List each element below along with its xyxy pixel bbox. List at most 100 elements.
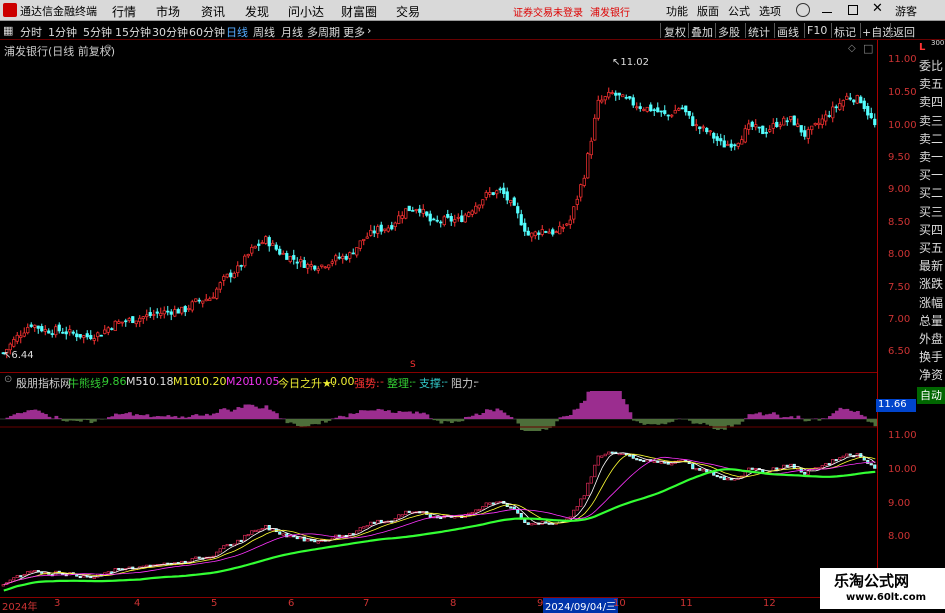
indicator-settings-icon[interactable]: ⊙: [4, 374, 12, 385]
candle: [625, 97, 628, 98]
oscillator-bar: [163, 416, 167, 419]
l-box-sub: 300: [931, 39, 944, 47]
sidebar-item[interactable]: 总量: [917, 312, 945, 331]
close-icon[interactable]: ✕: [872, 1, 883, 16]
kline-chart[interactable]: 浦发银行(日线 前复权) ⊙ ◇ □ ↖11.02 ↖6.44 S: [0, 40, 877, 372]
btn-biaoji[interactable]: 标记: [834, 24, 856, 40]
btn-add-watchlist[interactable]: +自选: [862, 24, 893, 40]
tf-15min[interactable]: 15分钟: [115, 24, 151, 40]
sub-candle: [639, 459, 642, 461]
candle: [44, 329, 47, 331]
tf-daily[interactable]: 日线: [226, 24, 248, 40]
login-status[interactable]: 证券交易未登录: [513, 4, 583, 19]
sidebar-item[interactable]: 买五: [917, 239, 945, 258]
oscillator-bar: [856, 411, 860, 419]
candle: [72, 332, 75, 333]
btn-tongji[interactable]: 统计: [748, 24, 770, 40]
sidebar-item[interactable]: 买三: [917, 203, 945, 222]
m10-value: 10.20: [195, 375, 227, 388]
tf-monthly[interactable]: 月线: [281, 24, 303, 40]
oscillator-bar: [650, 419, 654, 424]
menu-wenxiaoda[interactable]: 问小达: [288, 3, 324, 20]
oscillator-bar: [786, 417, 790, 419]
sidebar-item[interactable]: 卖四: [917, 93, 945, 112]
menu-caifuquan[interactable]: 财富圈: [341, 3, 377, 20]
candle: [370, 230, 373, 235]
tf-60min[interactable]: 60分钟: [189, 24, 225, 40]
candle: [531, 233, 534, 237]
oscillator-bar: [569, 415, 573, 419]
candle: [811, 126, 814, 130]
grid-icon[interactable]: ▦: [3, 24, 17, 37]
sidebar-item[interactable]: 换手: [917, 348, 945, 367]
candle: [20, 336, 23, 338]
tf-fenshi[interactable]: 分时: [20, 24, 42, 40]
menu-hangqing[interactable]: 行情: [112, 3, 136, 20]
btn-fuquan[interactable]: 复权: [664, 24, 686, 40]
auto-button[interactable]: 自动: [917, 387, 945, 404]
help-icon[interactable]: [796, 3, 810, 17]
oscillator-bar: [765, 414, 769, 419]
tf-weekly[interactable]: 周线: [253, 24, 275, 40]
candle: [569, 220, 572, 224]
sidebar-item[interactable]: 净资: [917, 366, 945, 385]
sub-candle: [580, 499, 583, 506]
menu-jiaoyi[interactable]: 交易: [396, 3, 420, 20]
tf-multi[interactable]: 多周期: [307, 24, 340, 40]
sidebar-item[interactable]: 外盘: [917, 330, 945, 349]
btn-diejia[interactable]: 叠加: [691, 24, 713, 40]
oscillator-bar: [167, 415, 171, 419]
minimize-icon[interactable]: [822, 3, 832, 13]
oscillator-bar: [139, 415, 143, 419]
sidebar-item[interactable]: 卖一: [917, 148, 945, 167]
tf-more[interactable]: 更多: [343, 24, 365, 40]
candle: [513, 198, 516, 205]
candle: [741, 140, 744, 144]
candle: [76, 334, 79, 337]
btn-duogu[interactable]: 多股: [718, 24, 740, 40]
candle: [629, 97, 632, 99]
sidebar-item[interactable]: 涨跌: [917, 275, 945, 294]
sidebar-item[interactable]: 买一: [917, 166, 945, 185]
menu-shichang[interactable]: 市场: [156, 3, 180, 20]
maximize-icon[interactable]: [848, 5, 858, 15]
sidebar-item[interactable]: 买二: [917, 184, 945, 203]
oscillator-bar: [58, 418, 62, 419]
oscillator-bar: [534, 419, 538, 431]
candle: [286, 253, 289, 259]
menu-gongneng[interactable]: 功能: [666, 3, 688, 19]
oscillator-bar: [828, 416, 832, 419]
oscillator-bar: [590, 391, 594, 419]
btn-huaxian[interactable]: 画线: [777, 24, 799, 40]
tf-30min[interactable]: 30分钟: [152, 24, 188, 40]
l300-box[interactable]: L 300: [917, 40, 945, 57]
menu-zixun[interactable]: 资讯: [201, 3, 225, 20]
menu-gongshi[interactable]: 公式: [728, 3, 750, 19]
btn-back[interactable]: 返回: [893, 24, 915, 40]
sidebar-item[interactable]: 最新: [917, 257, 945, 276]
oscillator-bar: [408, 411, 412, 419]
btn-f10[interactable]: F10: [807, 24, 827, 37]
menu-xuanxiang[interactable]: 选项: [759, 3, 781, 19]
chevron-right-icon[interactable]: ›: [367, 24, 371, 37]
sidebar-item[interactable]: 卖二: [917, 130, 945, 149]
oscillator-bar: [79, 419, 83, 422]
tf-1min[interactable]: 1分钟: [48, 24, 77, 40]
sidebar-item[interactable]: 涨幅: [917, 294, 945, 313]
candle: [240, 265, 243, 266]
indicator-svg[interactable]: [0, 389, 877, 597]
tf-5min[interactable]: 5分钟: [83, 24, 112, 40]
menu-banmian[interactable]: 版面: [697, 3, 719, 19]
candle: [335, 256, 338, 261]
guest-label[interactable]: 游客: [895, 3, 917, 19]
ytick: 10.50: [888, 87, 917, 98]
sidebar-item[interactable]: 卖五: [917, 75, 945, 94]
quote-sidebar: L 300 委比卖五卖四卖三卖二卖一买一买二买三买四买五最新涨跌涨幅总量外盘换手…: [917, 40, 945, 405]
sidebar-item[interactable]: 买四: [917, 221, 945, 240]
sidebar-item[interactable]: 卖三: [917, 112, 945, 131]
candle: [436, 220, 439, 221]
candle: [800, 125, 803, 132]
menu-faxian[interactable]: 发现: [245, 3, 269, 20]
sidebar-item[interactable]: 委比: [917, 57, 945, 76]
candle: [527, 231, 530, 235]
